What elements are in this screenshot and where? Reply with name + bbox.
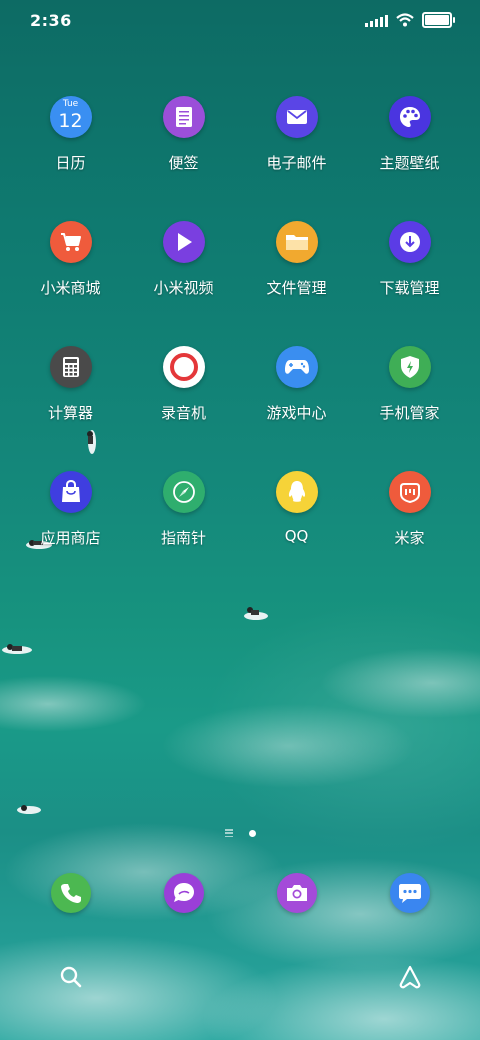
page-indicator[interactable] (0, 829, 480, 837)
app-recorder[interactable]: 录音机 (127, 346, 240, 423)
gamepad-icon (275, 346, 318, 388)
folder-icon (275, 221, 318, 263)
phone-icon (50, 873, 91, 913)
app-calculator[interactable]: 计算器 (14, 346, 127, 423)
dock (14, 873, 466, 913)
app-mi-store[interactable]: 小米商城 (14, 221, 127, 298)
camera-icon (276, 873, 317, 913)
app-label: 游戏中心 (266, 404, 327, 422)
battery-icon (422, 12, 455, 28)
app-notes[interactable]: 便签 (127, 96, 240, 173)
app-label: 米家 (394, 529, 425, 547)
app-app-store[interactable]: 应用商店 (14, 471, 127, 548)
chat-bubble-icon (389, 873, 430, 913)
calendar-weekday: Tue (62, 99, 79, 109)
status-time: 2:36 (30, 11, 72, 30)
app-label: 文件管理 (266, 279, 327, 297)
shield-icon (388, 346, 431, 388)
app-compass[interactable]: 指南针 (127, 471, 240, 548)
app-label: 电子邮件 (266, 154, 327, 172)
bottom-bar (0, 962, 480, 992)
wallpaper-surfer (17, 805, 41, 814)
page-indicator-minus-one[interactable] (224, 829, 233, 837)
compass-icon (162, 471, 205, 513)
app-email[interactable]: 电子邮件 (240, 96, 353, 173)
cart-icon (49, 221, 92, 263)
dock-messages[interactable] (127, 873, 240, 913)
app-themes[interactable]: 主题壁纸 (353, 96, 466, 173)
dock-chat[interactable] (353, 873, 466, 913)
app-label: 小米视频 (153, 279, 214, 297)
app-qq[interactable]: QQ (240, 471, 353, 548)
mail-icon (275, 96, 318, 138)
dock-phone[interactable] (14, 873, 127, 913)
app-label: 日历 (55, 154, 86, 172)
search-icon[interactable] (58, 964, 84, 990)
wallpaper-surfer (2, 644, 32, 654)
app-calendar[interactable]: Tue 12 日历 (14, 96, 127, 173)
recorder-icon (162, 346, 205, 388)
app-label: 应用商店 (40, 529, 101, 547)
app-label: 计算器 (47, 404, 93, 422)
signal-icon (365, 13, 388, 27)
app-game-center[interactable]: 游戏中心 (240, 346, 353, 423)
app-file-manager[interactable]: 文件管理 (240, 221, 353, 298)
app-mi-video[interactable]: 小米视频 (127, 221, 240, 298)
page-indicator-dot-active[interactable] (248, 829, 256, 837)
shopping-bag-icon (49, 471, 92, 513)
assistant-icon[interactable] (396, 964, 424, 990)
status-bar: 2:36 (0, 0, 480, 40)
calendar-icon: Tue 12 (49, 96, 92, 138)
app-label: 下载管理 (379, 279, 440, 297)
app-label: 小米商城 (40, 279, 101, 297)
play-icon (162, 221, 205, 263)
qq-penguin-icon (275, 471, 318, 513)
dock-camera[interactable] (240, 873, 353, 913)
status-icons (365, 12, 455, 28)
palette-icon (388, 96, 431, 138)
download-icon (388, 221, 431, 263)
app-security[interactable]: 手机管家 (353, 346, 466, 423)
app-label: QQ (284, 527, 309, 545)
notes-icon (162, 96, 205, 138)
calculator-icon (49, 346, 92, 388)
mijia-icon (388, 471, 431, 513)
app-downloads[interactable]: 下载管理 (353, 221, 466, 298)
app-grid: Tue 12 日历 便签 电子邮件 主题壁纸 小米商城 小米视频 文件管理 下载… (14, 96, 466, 548)
app-label: 录音机 (160, 404, 206, 422)
calendar-date: 12 (58, 110, 83, 132)
app-mijia[interactable]: 米家 (353, 471, 466, 548)
app-label: 指南针 (160, 529, 206, 547)
app-label: 主题壁纸 (379, 154, 440, 172)
wallpaper-surfer (244, 607, 268, 620)
app-label: 便签 (168, 154, 199, 172)
messages-icon (163, 873, 204, 913)
wifi-icon (396, 13, 414, 27)
app-label: 手机管家 (379, 404, 440, 422)
